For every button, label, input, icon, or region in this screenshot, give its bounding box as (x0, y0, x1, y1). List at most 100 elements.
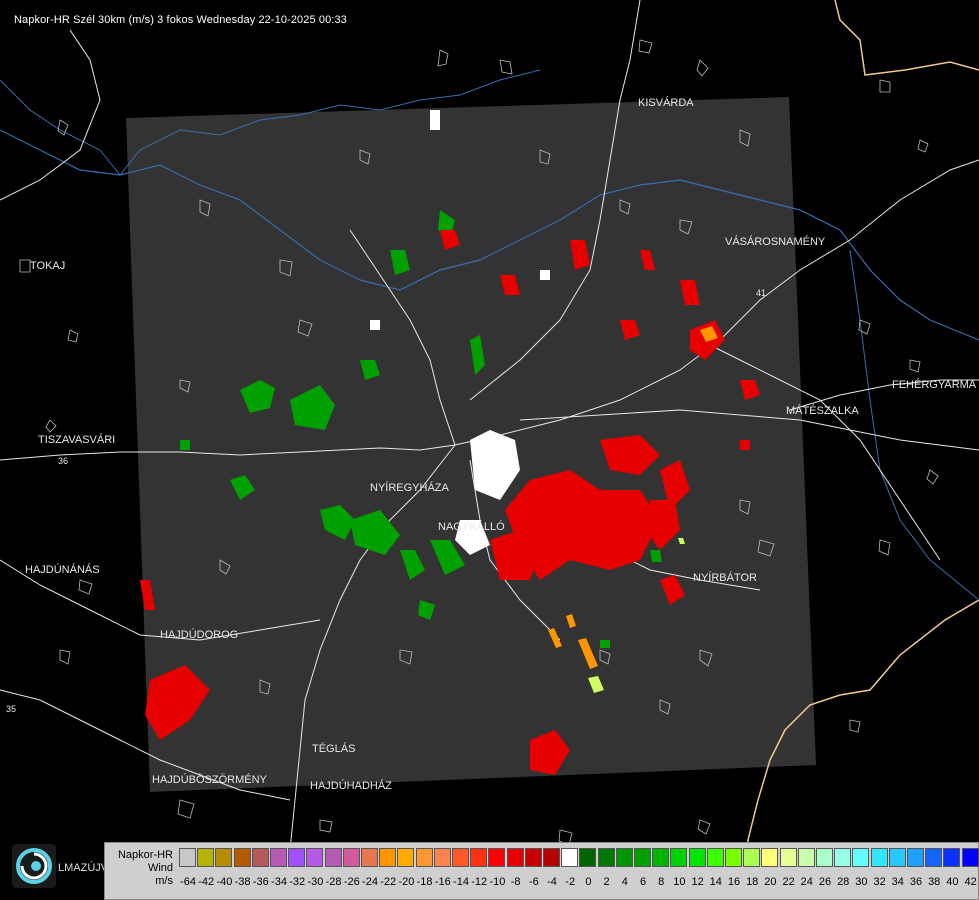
legend-tick-label: 42 (964, 876, 977, 888)
legend-swatch (470, 848, 488, 867)
legend-tick-label: -34 (271, 876, 287, 888)
legend-tick-label: 28 (837, 876, 850, 888)
legend-swatch (743, 848, 761, 867)
legend-swatch (816, 848, 833, 867)
radar-map: 36 41 35 (0, 0, 979, 900)
legend-tick-label: 26 (818, 876, 832, 888)
legend-swatch (888, 848, 906, 867)
legend-swatch (233, 848, 251, 867)
city-label: TISZAVASVÁRI (38, 434, 116, 446)
legend-swatch (870, 848, 888, 867)
city-label: TÉGLÁS (312, 743, 356, 755)
legend-tick-label: 40 (946, 876, 959, 888)
city-label: VÁSÁROSNAMÉNY (725, 236, 826, 248)
legend-swatch (925, 848, 943, 867)
legend-swatch (597, 848, 615, 867)
color-legend: Napkor-HR Wind m/s -64 -42 -40 -38 -36 -34 -32… (104, 842, 979, 900)
legend-swatch (761, 848, 779, 867)
legend-title: Napkor-HR Wind m/s (109, 849, 173, 888)
legend-title-line: Wind (147, 862, 173, 874)
legend-swatch (943, 848, 961, 867)
road-number-41: 41 (756, 288, 766, 298)
legend-swatch (725, 848, 742, 867)
legend-swatch (961, 848, 979, 867)
legend-tick-label: -8 (510, 876, 521, 888)
legend-tick-label: 24 (800, 876, 813, 888)
legend-tick-label: -22 (380, 876, 397, 888)
legend-swatch (634, 848, 651, 867)
legend-swatch (433, 848, 451, 867)
legend-tick-label: 2 (603, 876, 610, 888)
legend-swatch (379, 848, 397, 867)
legend-tick-label: -2 (565, 876, 576, 888)
legend-tick-label: 18 (746, 876, 759, 888)
legend-tick-label: 8 (658, 876, 665, 888)
legend-swatch (907, 848, 924, 867)
legend-title-line: m/s (155, 875, 173, 887)
city-label: FEHÉRGYARMA (892, 379, 977, 391)
legend-swatch (415, 848, 433, 867)
legend-tick-label: 0 (585, 876, 592, 888)
legend-swatch (688, 848, 706, 867)
legend-tick-label: -18 (416, 876, 433, 888)
city-label: HAJDÚHADHÁZ (310, 780, 392, 792)
legend-swatch (779, 848, 797, 867)
legend-tick-label: -30 (307, 876, 324, 888)
legend-tick-label: -40 (216, 876, 233, 888)
legend-tick-label: 14 (709, 876, 722, 888)
legend-tick-label: 38 (928, 876, 941, 888)
legend-swatch (288, 848, 306, 867)
legend-swatch (834, 848, 852, 867)
legend-tick-label: -24 (362, 876, 378, 888)
legend-swatch (543, 848, 560, 867)
legend-tick-label: 16 (727, 876, 741, 888)
legend-tick-label: -10 (489, 876, 506, 888)
legend-tick-label: 10 (673, 876, 686, 888)
legend-swatch (488, 848, 506, 867)
legend-tick-label: 6 (639, 876, 647, 888)
legend-title-line: Napkor-HR (117, 849, 173, 861)
legend-swatch (561, 848, 579, 867)
legend-tick-label: -16 (434, 876, 451, 888)
legend-swatch (179, 848, 196, 867)
legend-tick-label: -42 (198, 876, 215, 888)
legend-swatch (506, 848, 524, 867)
logo-swirl-icon (16, 848, 52, 884)
legend-swatch (579, 848, 597, 867)
legend-swatch (197, 848, 215, 867)
legend-swatch (652, 848, 670, 867)
map-title: Napkor-HR Szél 30km (m/s) 3 fokos Wednes… (14, 14, 347, 26)
legend-tick-label: 12 (691, 876, 704, 888)
legend-swatch (852, 848, 870, 867)
legend-tick-label: -6 (528, 876, 539, 888)
legend-swatch (524, 848, 542, 867)
legend-swatch (361, 848, 378, 867)
city-label: KISVÁRDA (638, 97, 694, 109)
legend-swatch (251, 848, 269, 867)
legend-swatch (615, 848, 633, 867)
legend-swatch (452, 848, 469, 867)
legend-tick-label: -26 (343, 876, 360, 888)
legend-tick-label: -4 (547, 876, 557, 888)
legend-tick-label: 30 (855, 876, 868, 888)
road-number-36: 36 (58, 456, 68, 466)
legend-swatch (215, 848, 233, 867)
city-label: NYÍREGYHÁZA (370, 482, 449, 494)
city-label: NYÍRBÁTOR (693, 572, 757, 584)
legend-tick-label: 22 (782, 876, 795, 888)
legend-tick-label: 36 (909, 876, 923, 888)
city-label: MÁTÉSZALKA (786, 405, 859, 417)
city-label: TOKAJ (30, 260, 66, 272)
legend-tick-label: 4 (621, 876, 628, 888)
city-label: HAJDÚBÖSZÖRMÉNY (152, 774, 267, 786)
legend-swatch (670, 848, 688, 867)
legend-swatch (306, 848, 324, 867)
city-label: NAGYKÁLLÓ (438, 521, 505, 533)
legend-swatch (797, 848, 815, 867)
legend-swatch (397, 848, 415, 867)
road-number-35: 35 (6, 704, 16, 714)
legend-tick-label: -12 (471, 876, 488, 888)
legend-swatch (342, 848, 360, 867)
legend-tick-label: -20 (398, 876, 415, 888)
legend-tick-label: 32 (873, 876, 886, 888)
